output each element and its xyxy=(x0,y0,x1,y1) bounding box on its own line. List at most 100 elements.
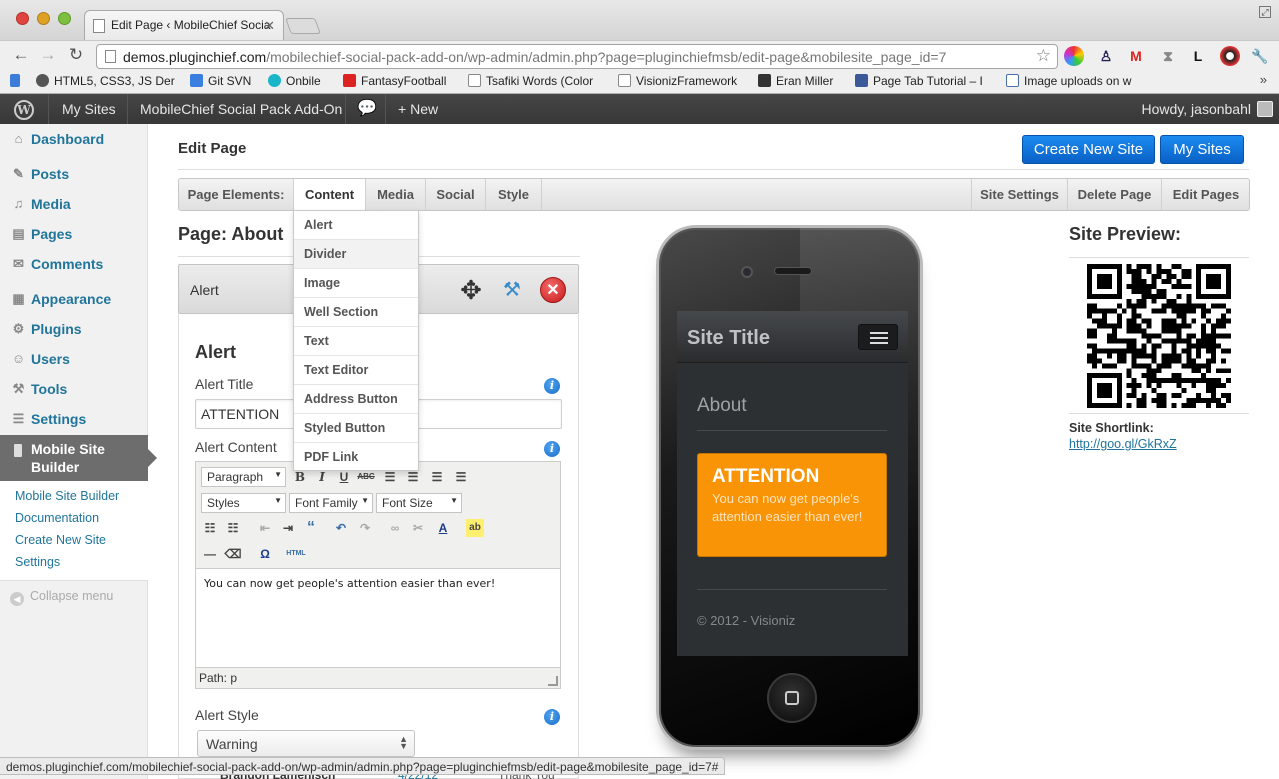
avatar[interactable] xyxy=(1257,101,1273,117)
collapse-menu-button[interactable]: ◀ Collapse menu xyxy=(10,589,113,606)
horizontal-rule-icon[interactable]: — xyxy=(201,545,219,563)
unlink-icon[interactable]: ✂ xyxy=(409,519,427,537)
outdent-icon[interactable]: ⇤ xyxy=(256,519,274,537)
sidebar-item-media[interactable]: ♫ Media xyxy=(0,189,148,219)
styles-select[interactable]: Styles ▼ xyxy=(201,493,286,513)
color-wheel-extension-icon[interactable] xyxy=(1064,46,1084,66)
fullscreen-icon[interactable]: ⤢ xyxy=(1259,6,1271,18)
tab-close-icon[interactable]: ✕ xyxy=(264,18,275,34)
dropdown-item-alert[interactable]: Alert xyxy=(294,211,418,240)
reload-icon[interactable]: ↻ xyxy=(65,45,87,67)
undo-icon[interactable]: ↶ xyxy=(332,519,350,537)
dropdown-item-text-editor[interactable]: Text Editor xyxy=(294,356,418,385)
edit-tools-icon[interactable]: ⚒ xyxy=(499,277,525,303)
howdy-user-menu[interactable]: Howdy, jasonbahl xyxy=(1142,94,1251,124)
dropdown-item-text[interactable]: Text xyxy=(294,327,418,356)
submenu-documentation[interactable]: Documentation xyxy=(15,511,99,525)
tab-content[interactable]: Content xyxy=(294,179,366,211)
sidebar-item-pages[interactable]: ▤ Pages xyxy=(0,219,148,249)
font-size-select[interactable]: Font Size ▼ xyxy=(376,493,462,513)
my-sites-button[interactable]: My Sites xyxy=(1160,135,1244,164)
info-icon[interactable]: i xyxy=(544,441,560,457)
dropdown-item-pdf-link[interactable]: PDF Link xyxy=(294,443,418,472)
align-right-icon[interactable]: ☰ xyxy=(428,468,446,486)
close-window-button[interactable] xyxy=(16,12,29,25)
submenu-create-new-site[interactable]: Create New Site xyxy=(15,533,106,547)
user-extension-icon[interactable]: ♙ xyxy=(1096,46,1116,66)
bookmark-item[interactable]: Image uploads on w xyxy=(1006,74,1131,88)
highlight-color-icon[interactable]: ab xyxy=(466,519,484,537)
dropdown-item-address-button[interactable]: Address Button xyxy=(294,385,418,414)
minimize-window-button[interactable] xyxy=(37,12,50,25)
sidebar-item-users[interactable]: ☺ Users xyxy=(0,344,148,374)
wordpress-logo-icon[interactable]: W xyxy=(14,100,34,120)
dropdown-item-styled-button[interactable]: Styled Button xyxy=(294,414,418,443)
l-extension-icon[interactable]: L xyxy=(1188,46,1208,66)
dropdown-item-well-section[interactable]: Well Section xyxy=(294,298,418,327)
link-icon[interactable]: ∞ xyxy=(386,519,404,537)
forward-arrow-icon[interactable]: → xyxy=(37,45,59,67)
bookmark-item[interactable]: VisionizFramework xyxy=(618,74,737,88)
align-justify-icon[interactable]: ☰ xyxy=(452,468,470,486)
eraser-icon[interactable]: ⌫ xyxy=(224,545,242,563)
move-icon[interactable]: ✥ xyxy=(458,277,484,303)
format-select[interactable]: Paragraph ▼ xyxy=(201,467,286,487)
site-name-menu[interactable]: MobileChief Social Pack Add-On xyxy=(140,94,342,124)
back-arrow-icon[interactable]: ← xyxy=(10,45,32,67)
site-settings-link[interactable]: Site Settings xyxy=(971,179,1067,210)
bookmark-item[interactable]: Git SVN xyxy=(190,74,251,88)
tab-media[interactable]: Media xyxy=(366,179,426,210)
new-tab-button[interactable] xyxy=(285,18,321,34)
sidebar-item-appearance[interactable]: ▦ Appearance xyxy=(0,284,148,314)
bookmark-item[interactable] xyxy=(10,74,25,88)
dropdown-item-divider[interactable]: Divider xyxy=(294,240,418,269)
special-character-icon[interactable]: Ω xyxy=(256,545,274,563)
submenu-mobile-site-builder[interactable]: Mobile Site Builder xyxy=(15,489,119,503)
hourglass-icon[interactable]: ⧗ xyxy=(1158,46,1178,66)
sidebar-item-comments[interactable]: ✉ Comments xyxy=(0,249,148,279)
sidebar-item-tools[interactable]: ⚒ Tools xyxy=(0,374,148,404)
numbered-list-icon[interactable]: ☷ xyxy=(224,519,242,537)
sidebar-item-settings[interactable]: ☰ Settings xyxy=(0,404,148,434)
hamburger-menu-icon[interactable] xyxy=(858,324,898,350)
tab-style[interactable]: Style xyxy=(486,179,542,210)
dropdown-item-image[interactable]: Image xyxy=(294,269,418,298)
info-icon[interactable]: i xyxy=(544,378,560,394)
sidebar-item-posts[interactable]: ✎ Posts xyxy=(0,159,148,189)
bookmark-item[interactable]: FantasyFootball xyxy=(343,74,446,88)
edit-pages-link[interactable]: Edit Pages xyxy=(1161,179,1250,210)
camera-extension-icon[interactable] xyxy=(1220,46,1240,66)
alert-style-select[interactable]: Warning ▲ ▼ xyxy=(197,730,415,757)
font-family-select[interactable]: Font Family ▼ xyxy=(289,493,373,513)
tab-social[interactable]: Social xyxy=(426,179,486,210)
info-icon[interactable]: i xyxy=(544,709,560,725)
sidebar-item-dashboard[interactable]: ⌂ Dashboard xyxy=(0,124,148,154)
new-content-menu[interactable]: + New xyxy=(398,94,438,124)
resize-grip-icon[interactable] xyxy=(548,676,558,686)
editor-content-area[interactable]: You can now get people's attention easie… xyxy=(196,568,560,668)
site-shortlink[interactable]: http://goo.gl/GkRxZ xyxy=(1069,437,1177,451)
text-color-icon[interactable]: A xyxy=(434,519,452,537)
submenu-settings[interactable]: Settings xyxy=(15,555,60,569)
html-source-button[interactable]: HTML xyxy=(284,545,308,563)
comments-icon[interactable]: 💬 xyxy=(357,94,377,124)
bookmark-item[interactable]: Tsafiki Words (Color xyxy=(468,74,593,88)
blockquote-icon[interactable]: “ xyxy=(302,519,320,537)
bookmark-item[interactable]: Onbile xyxy=(268,74,321,88)
delete-close-icon[interactable]: ✕ xyxy=(540,277,566,303)
bookmark-item[interactable]: Page Tab Tutorial – I xyxy=(855,74,983,88)
sidebar-item-plugins[interactable]: ⚙ Plugins xyxy=(0,314,148,344)
indent-icon[interactable]: ⇥ xyxy=(279,519,297,537)
wrench-icon[interactable]: 🔧 xyxy=(1250,46,1270,66)
browser-tab[interactable]: Edit Page ‹ MobileChief Socia ✕ xyxy=(84,10,284,40)
bullet-list-icon[interactable]: ☷ xyxy=(201,519,219,537)
sidebar-item-mobile-site-builder[interactable]: Mobile Site Builder xyxy=(0,435,157,481)
redo-icon[interactable]: ↷ xyxy=(356,519,374,537)
bookmark-star-icon[interactable]: ☆ xyxy=(1036,46,1051,66)
bookmarks-overflow-icon[interactable]: » xyxy=(1260,72,1267,87)
address-bar[interactable]: demos.pluginchief.com/mobilechief-social… xyxy=(96,44,1058,69)
delete-page-link[interactable]: Delete Page xyxy=(1067,179,1161,210)
create-new-site-button[interactable]: Create New Site xyxy=(1022,135,1155,164)
bookmark-item[interactable]: Eran Miller xyxy=(758,74,833,88)
my-sites-menu[interactable]: My Sites xyxy=(62,94,116,124)
